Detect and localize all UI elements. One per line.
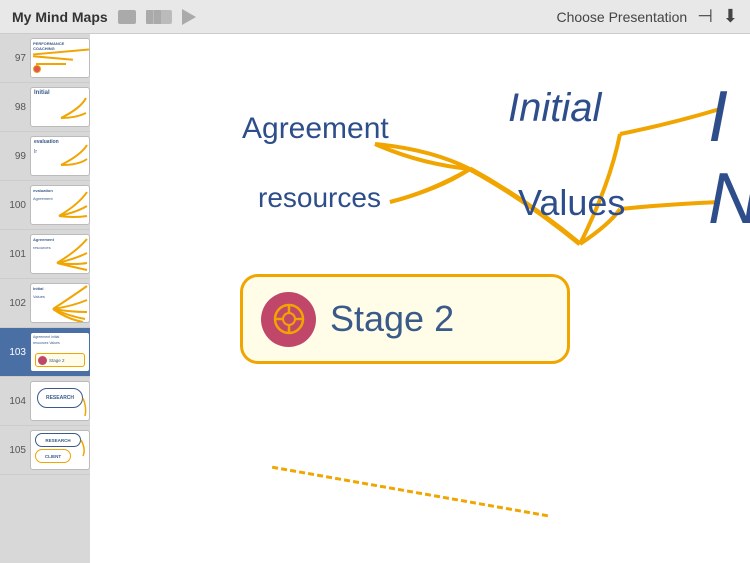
slide-item-99[interactable]: 99 evaluation Ir bbox=[0, 132, 90, 181]
slide-number-102: 102 bbox=[4, 298, 26, 309]
stage2-box: Stage 2 bbox=[240, 274, 570, 364]
top-bar-left: My Mind Maps bbox=[12, 9, 196, 25]
slide-thumb-99: evaluation Ir bbox=[30, 136, 90, 176]
app-title: My Mind Maps bbox=[12, 9, 108, 25]
slide-number-100: 100 bbox=[4, 200, 26, 211]
slide-number-99: 99 bbox=[4, 151, 26, 162]
main-layout: 97 PERFORMANCECOACHING 98 Initial bbox=[0, 34, 750, 563]
slide-thumb-97: PERFORMANCECOACHING bbox=[30, 38, 90, 78]
crosshair-icon bbox=[272, 302, 306, 336]
slide-number-104: 104 bbox=[4, 396, 26, 407]
slide-item-97[interactable]: 97 PERFORMANCECOACHING bbox=[0, 34, 90, 83]
slide-item-105[interactable]: 105 RESEARCH CLIENT bbox=[0, 426, 90, 475]
download-icon[interactable]: ⬇ bbox=[723, 6, 738, 27]
slide-number-105: 105 bbox=[4, 445, 26, 456]
grid-icon[interactable] bbox=[146, 10, 172, 24]
main-canvas: Agreement resources Initial Values I N S… bbox=[90, 34, 750, 563]
slide-item-101[interactable]: 101 Agreement resources bbox=[0, 230, 90, 279]
slide-number-98: 98 bbox=[4, 102, 26, 113]
slide-thumb-102: Initial Values bbox=[30, 283, 90, 323]
top-bar-right: Choose Presentation ⊣ ⬇ bbox=[556, 6, 738, 27]
slide-number-97: 97 bbox=[4, 53, 26, 64]
stage2-label: Stage 2 bbox=[330, 298, 454, 340]
export-icon[interactable]: ⊣ bbox=[697, 6, 713, 27]
slide-item-103[interactable]: 103 Agreement Initial resources Values S… bbox=[0, 328, 90, 377]
slide-item-98[interactable]: 98 Initial bbox=[0, 83, 90, 132]
slide-thumb-98: Initial bbox=[30, 87, 90, 127]
sidebar: 97 PERFORMANCECOACHING 98 Initial bbox=[0, 34, 90, 563]
top-bar: My Mind Maps Choose Presentation ⊣ ⬇ bbox=[0, 0, 750, 34]
slide-thumb-105: RESEARCH CLIENT bbox=[30, 430, 90, 470]
stage2-icon bbox=[261, 292, 316, 347]
video-icon[interactable] bbox=[182, 9, 196, 25]
square-icon[interactable] bbox=[118, 10, 136, 24]
choose-presentation-label[interactable]: Choose Presentation bbox=[556, 9, 687, 25]
slide-thumb-103: Agreement Initial resources Values Stage… bbox=[30, 332, 90, 372]
slide-item-102[interactable]: 102 Initial Values bbox=[0, 279, 90, 328]
slide-thumb-101: Agreement resources bbox=[30, 234, 90, 274]
slide-item-100[interactable]: 100 evaluation Agreement bbox=[0, 181, 90, 230]
slide-thumb-104: RESEARCH bbox=[30, 381, 90, 421]
slide-number-101: 101 bbox=[4, 249, 26, 260]
slide-number-103: 103 bbox=[4, 347, 26, 358]
slide-item-104[interactable]: 104 RESEARCH bbox=[0, 377, 90, 426]
slide-thumb-100: evaluation Agreement bbox=[30, 185, 90, 225]
